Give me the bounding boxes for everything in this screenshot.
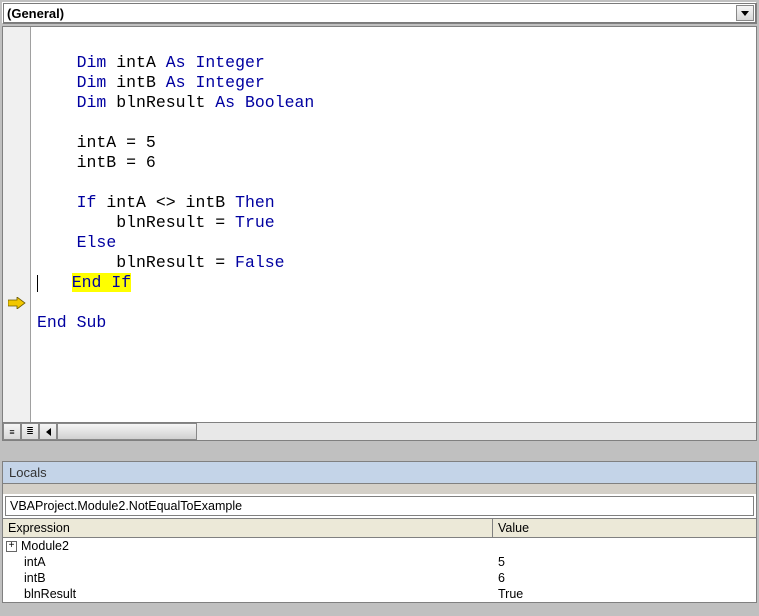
locals-expr: blnResult: [24, 587, 76, 601]
locals-expr: intA: [24, 555, 46, 569]
locals-header-row: Expression Value: [3, 519, 756, 538]
view-full-module-button[interactable]: ≡: [3, 423, 21, 440]
expand-toggle-icon[interactable]: +: [6, 541, 17, 552]
object-dropdown-arrow[interactable]: [736, 5, 754, 21]
margin-gutter[interactable]: [3, 27, 31, 422]
code-pane[interactable]: Dim intA As Integer Dim intB As Integer …: [2, 26, 757, 423]
chevron-left-icon: [46, 428, 51, 436]
locals-expr: Module2: [21, 539, 69, 553]
locals-title: Locals: [3, 462, 756, 484]
text-caret: [37, 275, 38, 292]
locals-path: VBAProject.Module2.NotEqualToExample: [5, 496, 754, 516]
object-dropdown-value: (General): [7, 6, 64, 21]
col-header-expression[interactable]: Expression: [3, 519, 493, 537]
locals-value: [493, 539, 756, 553]
code-text[interactable]: Dim intA As Integer Dim intB As Integer …: [31, 27, 756, 422]
locals-window: Locals VBAProject.Module2.NotEqualToExam…: [2, 461, 757, 603]
code-hscrollbar[interactable]: ≡ ≣: [2, 423, 757, 441]
locals-value: 6: [493, 571, 756, 585]
hscroll-left-button[interactable]: [39, 423, 57, 440]
col-header-value[interactable]: Value: [493, 519, 756, 537]
object-dropdown[interactable]: (General): [3, 3, 756, 23]
locals-expr: intB: [24, 571, 46, 585]
locals-row[interactable]: + Module2: [3, 538, 756, 554]
execution-pointer-icon: [8, 296, 26, 310]
hscroll-thumb[interactable]: [57, 423, 197, 440]
locals-row[interactable]: intB 6: [3, 570, 756, 586]
locals-row[interactable]: intA 5: [3, 554, 756, 570]
locals-row[interactable]: blnResult True: [3, 586, 756, 602]
locals-grid: Expression Value + Module2 intA 5 intB: [3, 518, 756, 602]
locals-value: True: [493, 587, 756, 601]
view-procedure-button[interactable]: ≣: [21, 423, 39, 440]
locals-value: 5: [493, 555, 756, 569]
chevron-down-icon: [741, 11, 749, 16]
hscroll-track[interactable]: [57, 423, 756, 440]
